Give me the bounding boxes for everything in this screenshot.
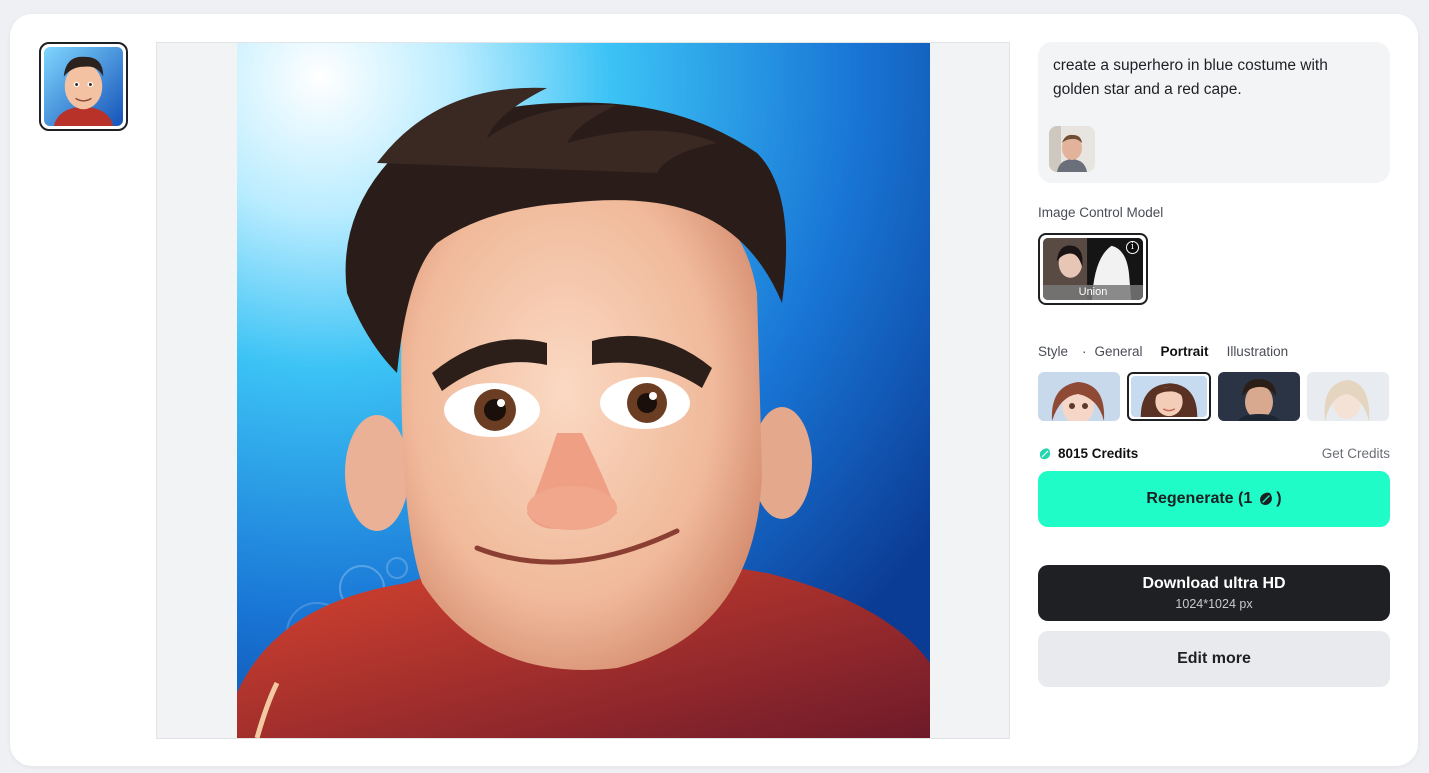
regenerate-label: Regenerate (1 [1146, 490, 1253, 507]
tab-portrait[interactable]: Portrait [1161, 344, 1209, 359]
image-control-model-label: Image Control Model [1038, 205, 1164, 220]
style-tiles [1038, 372, 1389, 421]
generated-image[interactable] [237, 43, 930, 738]
result-thumbnail[interactable] [39, 42, 128, 131]
model-name: Union [1043, 285, 1143, 300]
credits-amount: 8015 Credits [1058, 446, 1139, 461]
style-tile-portrait[interactable] [1127, 372, 1211, 421]
edit-more-label: Edit more [1177, 650, 1251, 667]
image-preview [156, 42, 1010, 739]
regenerate-suffix: ) [1276, 490, 1282, 507]
get-credits-link[interactable]: Get Credits [1322, 446, 1390, 461]
control-model-union[interactable]: i Union [1038, 233, 1148, 305]
tab-illustration[interactable]: Illustration [1227, 344, 1289, 359]
result-card: create a superhero in blue costume with … [10, 14, 1418, 766]
prompt-box[interactable]: create a superhero in blue costume with … [1038, 42, 1390, 183]
gem-icon [1039, 447, 1051, 459]
credits-row: 8015 Credits Get Credits [1038, 446, 1390, 461]
info-icon[interactable]: i [1126, 241, 1139, 254]
style-tabs: Style · General Portrait Illustration [1038, 344, 1306, 359]
gem-icon [1260, 492, 1273, 505]
download-resolution: 1024*1024 px [1175, 597, 1253, 611]
edit-more-button[interactable]: Edit more [1038, 631, 1390, 687]
download-ultra-hd-button[interactable]: Download ultra HD 1024*1024 px [1038, 565, 1390, 621]
style-tile-anime[interactable] [1038, 372, 1120, 421]
style-tile-soft[interactable] [1307, 372, 1389, 421]
style-label: Style [1038, 344, 1069, 359]
control-panel: create a superhero in blue costume with … [1038, 42, 1390, 687]
separator-dot: · [1082, 344, 1087, 359]
thumbnail-image [44, 47, 123, 126]
reference-image[interactable] [1049, 126, 1095, 172]
style-tile-realistic[interactable] [1218, 372, 1300, 421]
tab-general[interactable]: General [1095, 344, 1143, 359]
regenerate-button[interactable]: Regenerate (1 ) [1038, 471, 1390, 527]
prompt-text: create a superhero in blue costume with … [1053, 57, 1328, 98]
download-label: Download ultra HD [1142, 575, 1286, 592]
